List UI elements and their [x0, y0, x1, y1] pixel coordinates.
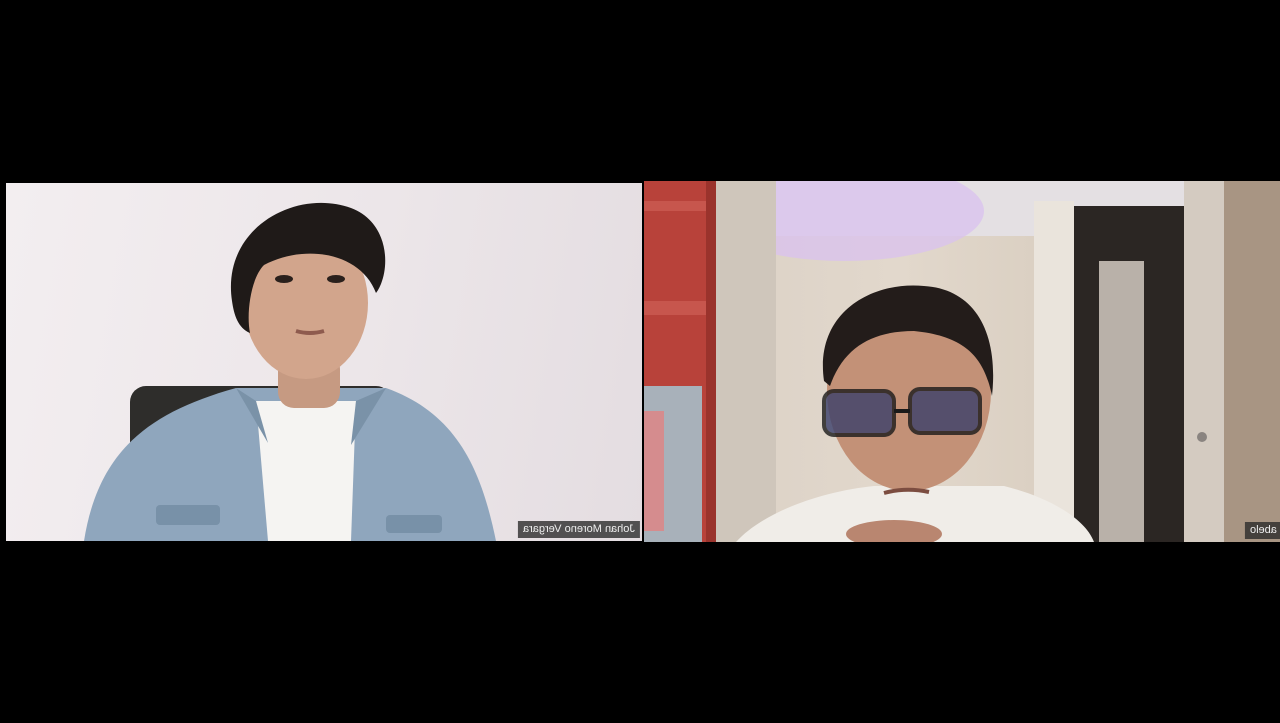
- participant-video-tile[interactable]: Johan Moreno Vergara: [6, 183, 642, 541]
- white-tshirt: [256, 401, 356, 541]
- door-handle: [1197, 432, 1207, 442]
- participant-video-feed: [644, 181, 1280, 542]
- participant-video-tile[interactable]: abelo: [644, 181, 1280, 542]
- video-call-stage: Johan Moreno Vergara abelo: [0, 0, 1280, 723]
- participant-name-label: Johan Moreno Vergara: [518, 521, 640, 538]
- participant-video-feed: [84, 202, 496, 541]
- door: [1184, 181, 1224, 542]
- participant-name-label: abelo: [1245, 522, 1280, 539]
- glasses: [822, 389, 896, 437]
